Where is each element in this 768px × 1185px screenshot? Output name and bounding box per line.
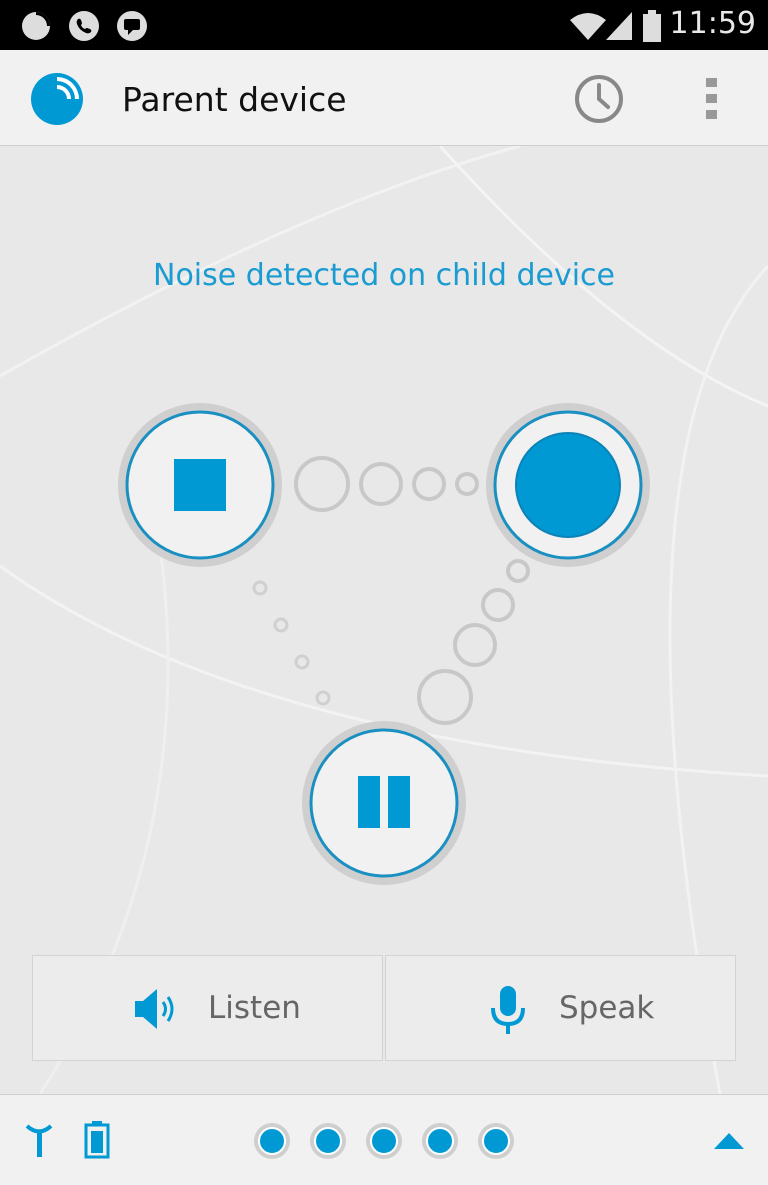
stop-button[interactable] — [117, 402, 283, 568]
triangle-up-icon[interactable] — [712, 1129, 746, 1151]
speak-label: Speak — [559, 990, 655, 1026]
listen-label: Listen — [208, 990, 301, 1026]
record-icon — [515, 432, 621, 538]
overflow-menu-icon[interactable] — [700, 74, 724, 122]
wifi-icon — [570, 13, 606, 40]
bottom-bar — [0, 1094, 768, 1185]
app-bar: Parent device — [0, 50, 768, 146]
speak-button[interactable]: Speak — [385, 955, 736, 1061]
stop-icon — [174, 459, 226, 511]
phone-icon — [69, 11, 99, 41]
clock-icon[interactable] — [574, 74, 624, 124]
listen-button[interactable]: Listen — [32, 955, 383, 1061]
page-title: Parent device — [122, 80, 347, 119]
page-dot — [478, 1123, 514, 1159]
page-dot — [254, 1123, 290, 1159]
battery-icon — [643, 10, 661, 42]
page-dot — [310, 1123, 346, 1159]
pie-chart-icon — [22, 12, 50, 40]
connector-dots — [252, 456, 530, 725]
speaker-icon — [135, 989, 174, 1029]
clock-time: 11:59 — [669, 6, 756, 41]
antenna-icon — [25, 1124, 53, 1157]
page-dot — [366, 1123, 402, 1159]
signal-icon — [606, 12, 632, 40]
page-indicator — [254, 1123, 514, 1159]
record-button[interactable] — [485, 402, 651, 568]
page-dot — [422, 1123, 458, 1159]
battery-icon — [84, 1121, 110, 1159]
chat-icon — [117, 11, 147, 41]
pause-button[interactable] — [301, 720, 467, 886]
baby-monitor-logo-icon[interactable] — [30, 72, 84, 126]
status-bar: 11:59 — [0, 0, 768, 50]
pause-icon — [358, 776, 380, 828]
monitor-panel: Noise detected on child device Listen Sp… — [0, 146, 768, 1094]
microphone-icon — [491, 986, 525, 1034]
